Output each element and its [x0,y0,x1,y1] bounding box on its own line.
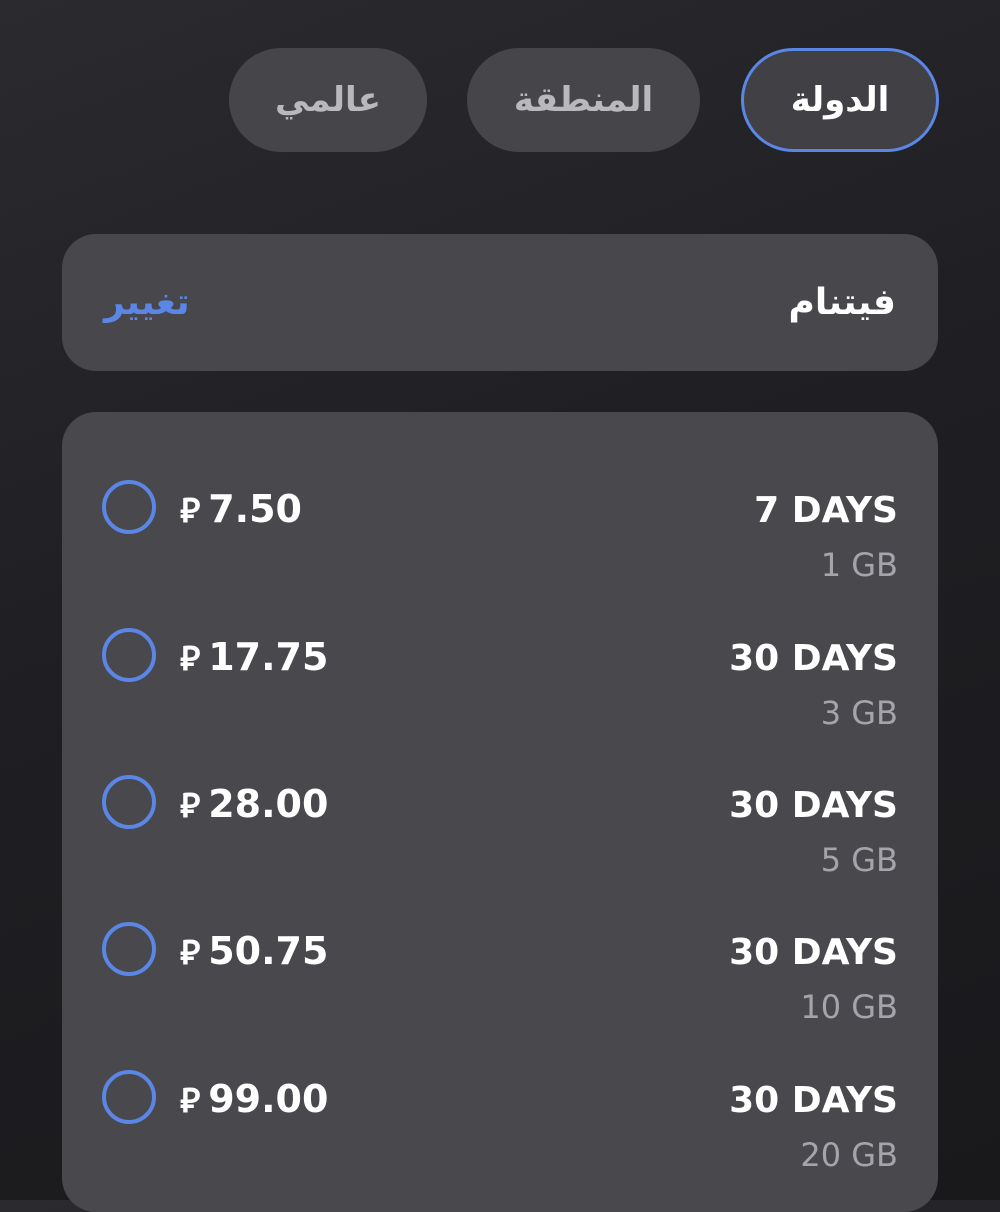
radio-unchecked-icon[interactable] [102,480,156,534]
plan-duration: 30 DAYS [729,785,898,826]
plan-price: ⃁ 50.75 [180,924,328,978]
plan-duration: 30 DAYS [729,1080,898,1121]
plan-price: ⃁ 7.50 [180,482,302,536]
tab-country[interactable]: الدولة [741,48,939,152]
radio-unchecked-icon[interactable] [102,922,156,976]
plan-row[interactable]: ⃁ 17.75 30 DAYS 3 GB [62,590,938,738]
plans-list: ⃁ 7.50 7 DAYS 1 GB ⃁ 17.75 30 DAYS 3 GB ⃁ 2… [62,412,938,1212]
plan-row[interactable]: ⃁ 28.00 30 DAYS 5 GB [62,737,938,885]
plan-price-value: 50.75 [208,929,329,973]
riyal-currency-icon: ⃁ [180,786,201,826]
radio-unchecked-icon[interactable] [102,775,156,829]
plan-row[interactable]: ⃁ 7.50 7 DAYS 1 GB [62,442,938,590]
country-selector-card: فيتنام تغيير [62,234,938,371]
plan-price: ⃁ 28.00 [180,777,328,831]
plan-duration: 30 DAYS [729,638,898,679]
tab-region[interactable]: المنطقة [467,48,700,152]
plan-row[interactable]: ⃁ 50.75 30 DAYS 10 GB [62,884,938,1032]
plan-data-amount: 10 GB [800,988,898,1026]
riyal-currency-icon: ⃁ [180,1081,201,1121]
plan-data-amount: 20 GB [800,1136,898,1174]
radio-unchecked-icon[interactable] [102,1070,156,1124]
plan-data-amount: 5 GB [820,841,898,879]
plan-duration: 30 DAYS [729,932,898,973]
plan-data-amount: 1 GB [820,546,898,584]
change-country-link[interactable]: تغيير [104,234,190,371]
plan-price: ⃁ 17.75 [180,630,328,684]
plan-duration: 7 DAYS [754,490,898,531]
riyal-currency-icon: ⃁ [180,639,201,679]
plan-price: ⃁ 99.00 [180,1072,328,1126]
plan-price-value: 7.50 [208,487,302,531]
tab-global[interactable]: عالمي [229,48,427,152]
plan-price-value: 28.00 [208,782,329,826]
riyal-currency-icon: ⃁ [180,933,201,973]
riyal-currency-icon: ⃁ [180,491,201,531]
plan-row[interactable]: ⃁ 99.00 30 DAYS 20 GB [62,1032,938,1180]
plan-price-value: 17.75 [208,635,329,679]
radio-unchecked-icon[interactable] [102,628,156,682]
country-name: فيتنام [788,282,896,323]
plan-data-amount: 3 GB [820,694,898,732]
region-scope-tabs: الدولة المنطقة عالمي [0,48,1000,154]
plan-price-value: 99.00 [208,1077,329,1121]
